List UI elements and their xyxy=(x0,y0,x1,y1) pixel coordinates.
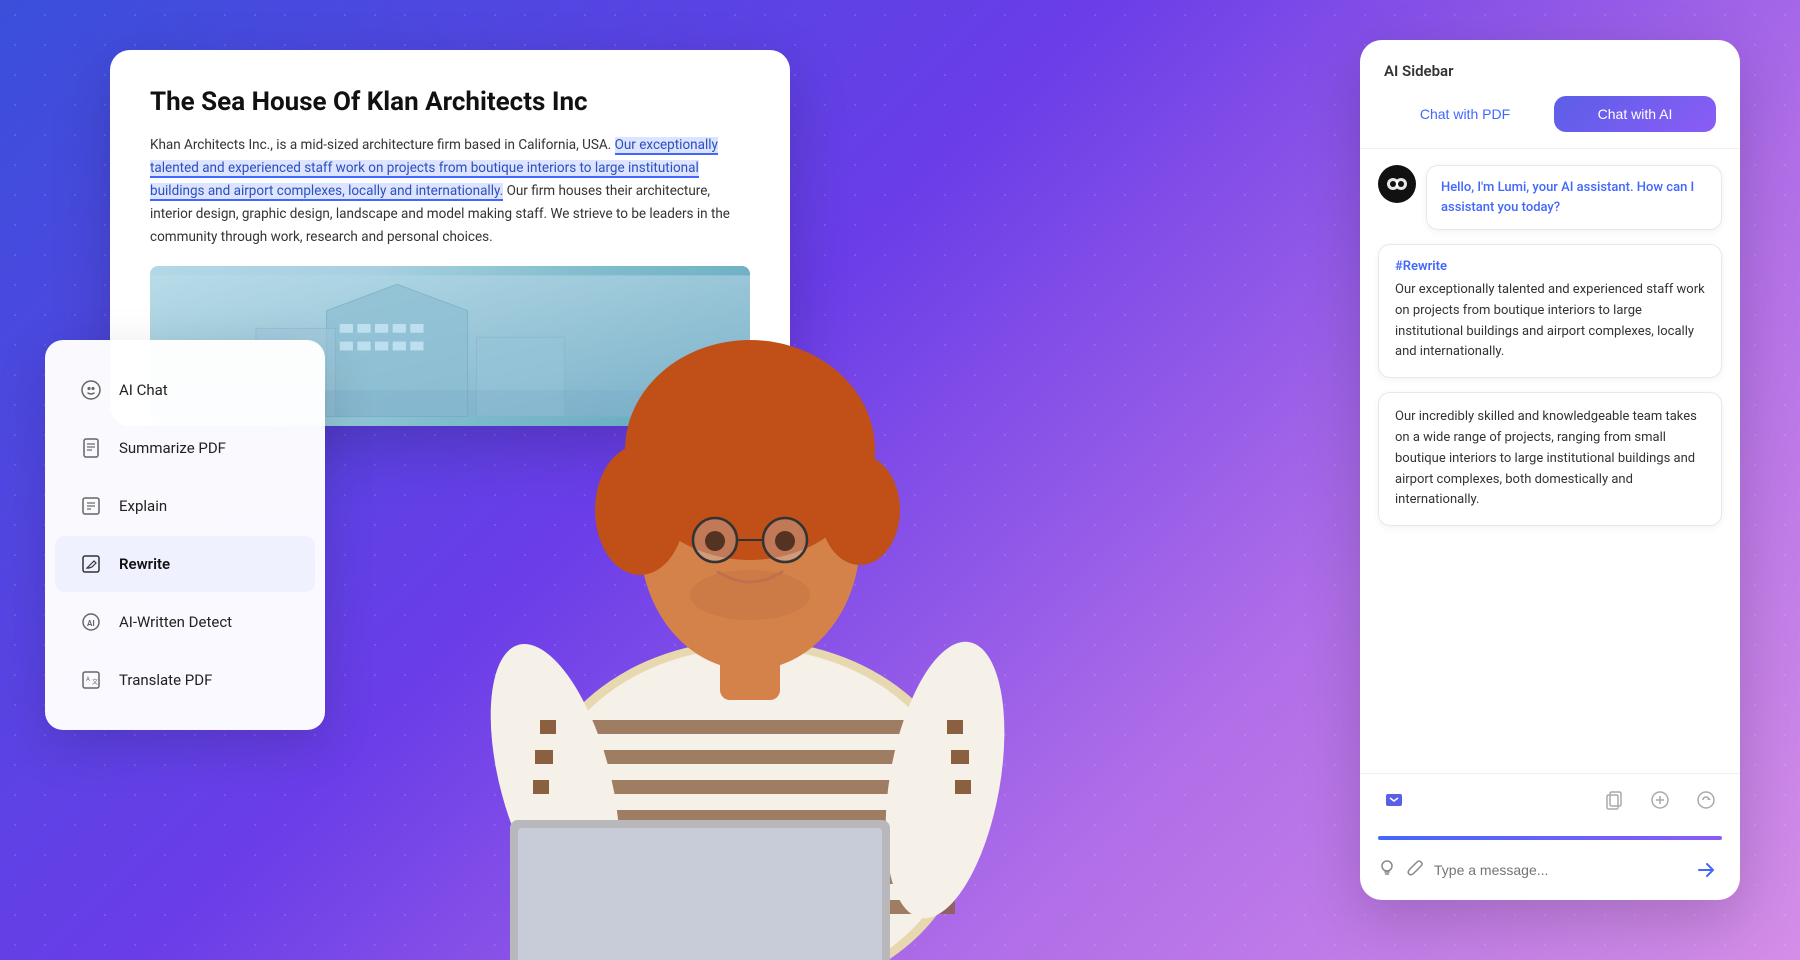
send-button[interactable] xyxy=(1690,854,1722,886)
ai-greeting-bubble: Hello, I'm Lumi, your AI assistant. How … xyxy=(1426,165,1722,230)
user-rewrite-message: #Rewrite Our exceptionally talented and … xyxy=(1378,244,1722,378)
sidebar-item-ai-chat[interactable]: AI Chat xyxy=(55,362,315,418)
user-message-text: Our exceptionally talented and experienc… xyxy=(1395,280,1705,363)
edit-icon xyxy=(77,550,105,578)
document-icon xyxy=(77,434,105,462)
ai-detect-icon: AI xyxy=(77,608,105,636)
ai-response-card: Our incredibly skilled and knowledgeable… xyxy=(1378,392,1722,526)
svg-text:A: A xyxy=(86,676,90,683)
doc-title: The Sea House Of Klan Architects Inc xyxy=(150,86,750,120)
sidebar-item-label-ai-detect: AI-Written Detect xyxy=(119,613,232,631)
sidebar-item-label-rewrite: Rewrite xyxy=(119,555,170,573)
tab-chat-pdf[interactable]: Chat with PDF xyxy=(1384,96,1546,132)
doc-body: Khan Architects Inc., is a mid-sized arc… xyxy=(150,134,750,249)
sidebar-title: AI Sidebar xyxy=(1384,62,1716,80)
sidebar-item-label-explain: Explain xyxy=(119,497,167,515)
robot-icon xyxy=(77,376,105,404)
sidebar-header: AI Sidebar Chat with PDF Chat with AI xyxy=(1360,40,1740,149)
sidebar-item-ai-detect[interactable]: AI AI-Written Detect xyxy=(55,594,315,650)
message-icon-btn[interactable] xyxy=(1378,784,1410,816)
lumi-avatar xyxy=(1378,165,1416,203)
ai-greeting: Hello, I'm Lumi, your AI assistant. How … xyxy=(1378,165,1722,230)
sidebar-item-label-ai-chat: AI Chat xyxy=(119,381,168,399)
sidebar-item-summarize-pdf[interactable]: Summarize PDF xyxy=(55,420,315,476)
add-icon-btn[interactable] xyxy=(1644,784,1676,816)
bulb-icon[interactable] xyxy=(1378,859,1396,881)
sidebar-item-label-summarize: Summarize PDF xyxy=(119,439,226,457)
left-panel: AI Chat Summarize PDF Explain xyxy=(45,340,325,730)
svg-text:文: 文 xyxy=(92,678,98,686)
sidebar-item-translate[interactable]: A 文 Translate PDF xyxy=(55,652,315,708)
input-row xyxy=(1378,854,1722,886)
list-icon xyxy=(77,492,105,520)
rewrite-tag: #Rewrite xyxy=(1395,259,1705,274)
svg-text:AI: AI xyxy=(87,619,95,628)
sidebar-item-label-translate: Translate PDF xyxy=(119,671,212,689)
ai-sidebar: AI Sidebar Chat with PDF Chat with AI He… xyxy=(1360,40,1740,900)
chat-toolbar xyxy=(1360,773,1740,826)
refresh-icon-btn[interactable] xyxy=(1690,784,1722,816)
translate-icon: A 文 xyxy=(77,666,105,694)
sidebar-item-rewrite[interactable]: Rewrite xyxy=(55,536,315,592)
attach-icon[interactable] xyxy=(1406,859,1424,881)
chat-input-field[interactable] xyxy=(1434,862,1680,878)
copy-icon-btn[interactable] xyxy=(1598,784,1630,816)
doc-body-before: Khan Architects Inc., is a mid-sized arc… xyxy=(150,137,615,153)
chat-area: Hello, I'm Lumi, your AI assistant. How … xyxy=(1360,149,1740,773)
sidebar-item-explain[interactable]: Explain xyxy=(55,478,315,534)
tab-row: Chat with PDF Chat with AI xyxy=(1384,96,1716,132)
ai-response-text: Our incredibly skilled and knowledgeable… xyxy=(1395,407,1705,511)
input-progress-bar xyxy=(1378,836,1722,840)
tab-chat-ai[interactable]: Chat with AI xyxy=(1554,96,1716,132)
chat-input-area xyxy=(1360,826,1740,900)
